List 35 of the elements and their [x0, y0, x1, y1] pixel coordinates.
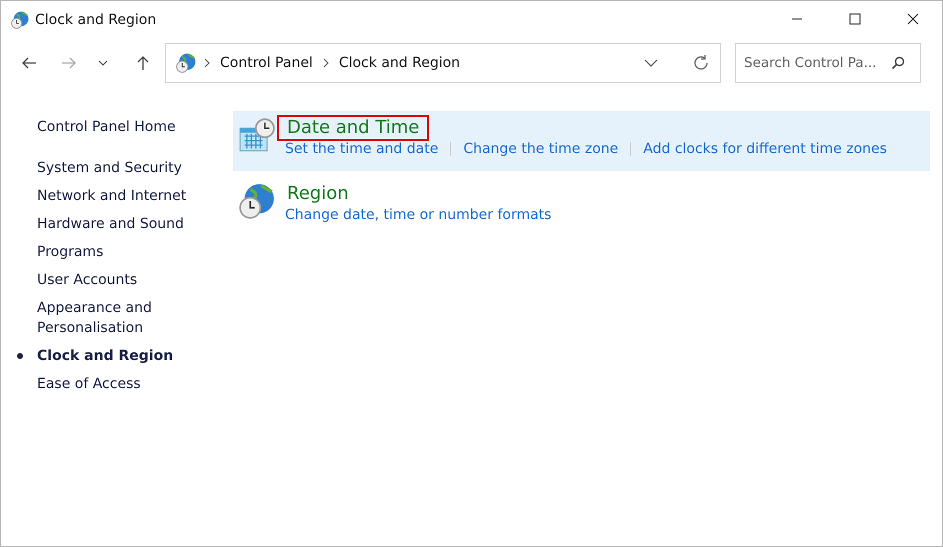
address-bar[interactable]: Control Panel Clock and Region [165, 43, 721, 83]
task-link[interactable]: Change date, time or number formats [285, 207, 552, 223]
calendar-clock-icon [239, 117, 275, 153]
left-arrow-icon [21, 55, 37, 71]
sidebar-link[interactable]: System and Security [37, 158, 187, 178]
sidebar-link[interactable]: Programs [37, 242, 187, 262]
maximize-icon [849, 13, 861, 25]
sidebar-link[interactable]: Ease of Access [37, 374, 187, 394]
annotated-category-link[interactable]: Date and Time [277, 115, 430, 141]
chevron-icon [204, 58, 210, 68]
search-field[interactable]: Search Control Pa... [735, 43, 921, 83]
refresh-icon[interactable] [692, 54, 710, 72]
globe-clock-icon [11, 11, 29, 29]
sidebar-link[interactable]: Appearance and Personalisation [37, 298, 187, 338]
breadcrumb-link[interactable]: Clock and Region [338, 55, 460, 71]
globe-clock-icon [239, 183, 275, 219]
window-title: Clock and Region [35, 12, 156, 28]
close-icon [907, 13, 919, 25]
sidebar-link[interactable]: Control Panel Home [37, 117, 187, 137]
category-link[interactable]: Region [277, 181, 359, 207]
globe-clock-icon [176, 53, 196, 73]
task-link[interactable]: Change the time zone [463, 141, 618, 157]
sidebar-link[interactable]: Network and Internet [37, 186, 187, 206]
chevron-icon [322, 58, 329, 68]
sidebar-link[interactable]: Hardware and Sound [37, 214, 187, 234]
breadcrumb-link[interactable]: Control Panel [220, 55, 313, 71]
search-icon [891, 56, 905, 70]
task-link[interactable]: Set the time and date [285, 141, 438, 157]
right-arrow-icon [61, 55, 77, 71]
chevron-down-icon [98, 60, 108, 66]
task-link[interactable]: Add clocks for different time zones [643, 141, 887, 157]
dropdown-icon[interactable] [644, 59, 658, 67]
sidebar-link[interactable]: User Accounts [37, 270, 187, 290]
up-arrow-icon [135, 55, 151, 71]
sidebar-link[interactable]: Clock and Region [37, 346, 187, 366]
